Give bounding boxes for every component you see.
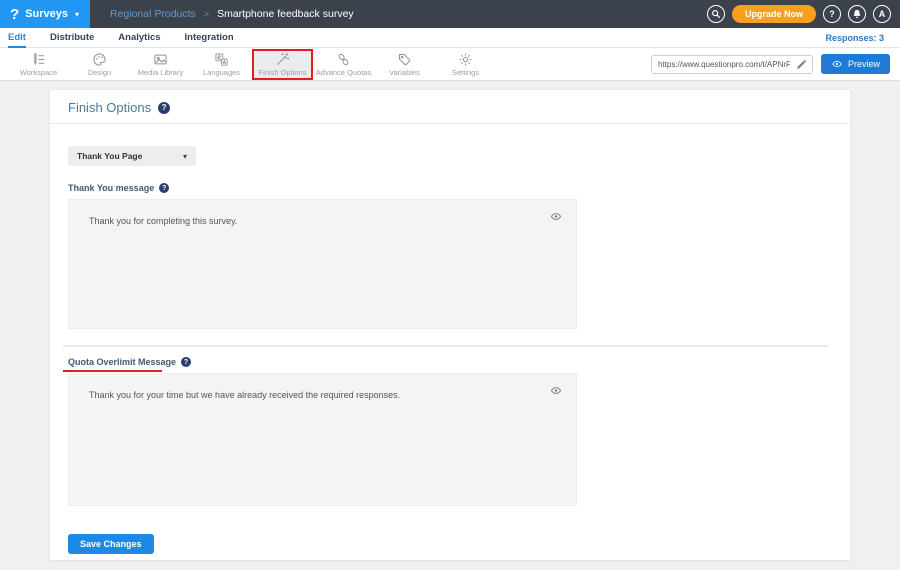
page-background: Finish Options ? Thank You Page ▾ Thank …: [0, 81, 900, 570]
toolbar-item-variables[interactable]: Variables: [374, 49, 435, 80]
quota-overlimit-message-input[interactable]: [69, 374, 576, 505]
toolbar-item-label: Advance Quotas: [316, 68, 371, 77]
account-button[interactable]: A: [873, 5, 891, 23]
eye-icon: [831, 59, 843, 69]
toolbar-right-actions: Preview: [651, 54, 900, 74]
quota-overlimit-help-icon[interactable]: ?: [181, 357, 191, 367]
quota-label-red-underline-annotation: [63, 370, 162, 372]
thank-you-preview-eye-button[interactable]: [549, 209, 563, 227]
toolbar-item-label: Settings: [452, 68, 479, 77]
product-name: Surveys: [25, 8, 68, 20]
chevron-down-icon: ▾: [75, 10, 79, 19]
thank-you-message-input[interactable]: [69, 200, 576, 328]
thank-you-message-box: [68, 199, 577, 329]
tab-edit[interactable]: Edit: [8, 28, 26, 48]
search-button[interactable]: [707, 5, 725, 23]
toolbar-item-label: Finish Options: [259, 68, 307, 77]
toolbar-item-label: Languages: [203, 68, 240, 77]
toolbar-item-workspace[interactable]: Workspace: [8, 49, 69, 80]
tab-analytics[interactable]: Analytics: [118, 28, 160, 48]
finish-type-dropdown[interactable]: Thank You Page ▾: [68, 146, 196, 166]
toolbar-item-settings[interactable]: Settings: [435, 49, 496, 80]
survey-url-input[interactable]: [652, 60, 792, 69]
responses-count[interactable]: Responses: 3: [825, 33, 884, 43]
question-mark-icon: ?: [829, 9, 835, 19]
image-icon: [153, 52, 168, 67]
chevron-down-icon: ▾: [183, 152, 187, 161]
quota-preview-eye-button[interactable]: [549, 383, 563, 401]
toolbar-item-finish-options[interactable]: Finish Options: [252, 49, 313, 80]
quota-overlimit-message-box: [68, 373, 577, 506]
topbar-actions: Upgrade Now ? A: [707, 5, 900, 23]
panel-header: Finish Options ?: [50, 90, 850, 124]
toolbar-item-languages[interactable]: Languages: [191, 49, 252, 80]
toolbar-item-label: Media Library: [138, 68, 183, 77]
tag-icon: [397, 52, 412, 67]
eye-icon: [549, 211, 563, 222]
finish-type-dropdown-value: Thank You Page: [77, 151, 142, 161]
preview-button-label: Preview: [848, 59, 880, 69]
tab-integration[interactable]: Integration: [185, 28, 234, 48]
help-button[interactable]: ?: [823, 5, 841, 23]
questionpro-logo-icon: ?: [10, 7, 19, 22]
bell-icon: [852, 9, 862, 19]
workspace-icon: [31, 52, 46, 67]
edit-toolbar: Workspace Design Media Library Languages…: [0, 48, 900, 81]
finish-options-help-icon[interactable]: ?: [158, 102, 170, 114]
save-changes-button[interactable]: Save Changes: [68, 534, 154, 554]
chain-links-icon: [336, 52, 351, 67]
quota-overlimit-label-row: Quota Overlimit Message ?: [68, 357, 832, 367]
breadcrumb-separator: >: [204, 9, 209, 19]
thank-you-message-label-row: Thank You message ?: [68, 183, 832, 193]
thank-you-message-help-icon[interactable]: ?: [159, 183, 169, 193]
toolbar-item-media-library[interactable]: Media Library: [130, 49, 191, 80]
quota-overlimit-label: Quota Overlimit Message: [68, 357, 176, 367]
translate-icon: [214, 52, 229, 67]
thank-you-message-label: Thank You message: [68, 183, 154, 193]
upgrade-now-button[interactable]: Upgrade Now: [732, 5, 816, 23]
finish-options-panel: Finish Options ? Thank You Page ▾ Thank …: [50, 90, 850, 560]
palette-icon: [92, 52, 107, 67]
survey-nav-tabs: Edit Distribute Analytics Integration Re…: [0, 28, 900, 48]
eye-icon: [549, 385, 563, 396]
avatar: A: [879, 9, 886, 19]
tab-distribute[interactable]: Distribute: [50, 28, 94, 48]
notifications-button[interactable]: [848, 5, 866, 23]
gear-icon: [458, 52, 473, 67]
preview-button[interactable]: Preview: [821, 54, 890, 74]
page-title: Finish Options: [68, 100, 151, 115]
toolbar-item-label: Workspace: [20, 68, 57, 77]
top-bar: ? Surveys ▾ Regional Products > Smartpho…: [0, 0, 900, 28]
breadcrumb: Regional Products > Smartphone feedback …: [90, 8, 354, 20]
panel-body: Thank You Page ▾ Thank You message ? Quo…: [50, 146, 850, 554]
toolbar-item-advance-quotas[interactable]: Advance Quotas: [313, 49, 374, 80]
toolbar-item-label: Design: [88, 68, 111, 77]
toolbar-item-label: Variables: [389, 68, 420, 77]
survey-url-box: [651, 55, 813, 74]
breadcrumb-folder[interactable]: Regional Products: [110, 8, 196, 20]
survey-title: Smartphone feedback survey: [217, 8, 354, 20]
section-divider: [63, 345, 828, 347]
edit-url-button[interactable]: [792, 56, 812, 73]
toolbar-item-design[interactable]: Design: [69, 49, 130, 80]
app-logo-surveys-menu[interactable]: ? Surveys ▾: [0, 0, 90, 28]
pencil-icon: [796, 59, 807, 70]
magic-wand-icon: [275, 52, 290, 67]
search-icon: [711, 9, 721, 19]
